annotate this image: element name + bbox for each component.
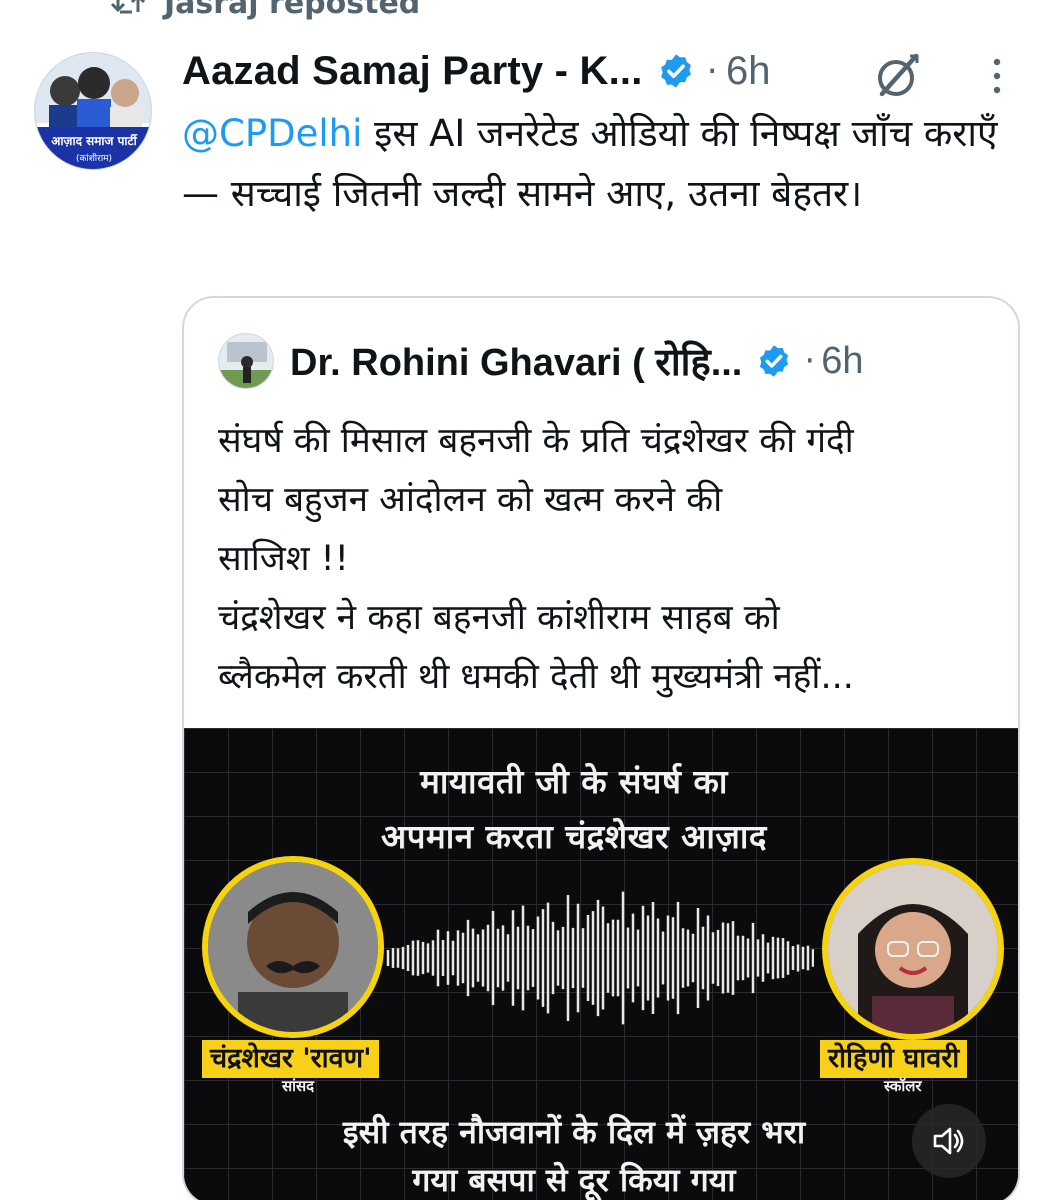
quoted-tweet-text: संघर्ष की मिसाल बहनजी के प्रति चंद्रशेखर… xyxy=(218,421,854,697)
tweet-header: Aazad Samaj Party - K... · 6h xyxy=(182,46,1027,98)
audio-waveform xyxy=(386,891,814,1025)
quoted-media-video[interactable]: मायावती जी के संघर्ष का अपमान करता चंद्र… xyxy=(184,728,1018,1200)
left-portrait xyxy=(202,856,384,1038)
avatar-text-line2: (कांशीराम) xyxy=(76,152,112,164)
media-footer-line2: गया बसपा से दूर किया गया xyxy=(412,1161,736,1199)
quoted-tweet-card[interactable]: Dr. Rohini Ghavari ( रोहि... · 6h संघर्ष… xyxy=(182,296,1020,1200)
media-headline: मायावती जी के संघर्ष का अपमान करता चंद्र… xyxy=(184,754,964,864)
author-name[interactable]: Aazad Samaj Party - K... xyxy=(182,49,643,94)
tweet-time[interactable]: 6h xyxy=(726,49,771,94)
verified-badge-icon xyxy=(760,345,789,377)
mute-button[interactable] xyxy=(912,1104,986,1178)
right-role-label: स्कॉलर xyxy=(884,1077,922,1095)
grok-icon[interactable] xyxy=(870,48,926,104)
repost-indicator: Jasraj reposted xyxy=(110,0,421,21)
media-headline-line1: मायावती जी के संघर्ष का xyxy=(420,762,728,801)
right-name-label: रोहिणी घावरी xyxy=(820,1040,968,1078)
separator-dot: · xyxy=(804,341,816,381)
media-footer-caption: इसी तरह नौजवानों के दिल में ज़हर भरा गया… xyxy=(184,1108,964,1200)
quoted-tweet-time[interactable]: 6h xyxy=(821,340,863,383)
left-role-label: सांसद xyxy=(282,1077,315,1095)
author-avatar[interactable]: आज़ाद समाज पार्टी (कांशीराम) xyxy=(34,52,152,170)
separator-dot: · xyxy=(706,50,718,92)
quoted-author-avatar[interactable] xyxy=(218,333,274,389)
avatar-text-line1: आज़ाद समाज पार्टी xyxy=(51,134,137,148)
tweet-text: @CPDelhi इस AI जनरेटेड ओडियो की निष्पक्ष… xyxy=(182,104,1012,224)
more-options-icon[interactable] xyxy=(982,54,1012,98)
repost-text: Jasraj reposted xyxy=(164,0,421,21)
mention-link[interactable]: @CPDelhi xyxy=(182,112,362,155)
quoted-author-name[interactable]: Dr. Rohini Ghavari ( रोहि... xyxy=(290,335,742,387)
repost-icon xyxy=(110,0,146,14)
left-name-label: चंद्रशेखर 'रावण' xyxy=(202,1040,380,1078)
media-footer-line1: इसी तरह नौजवानों के दिल में ज़हर भरा xyxy=(342,1113,806,1151)
right-portrait xyxy=(822,858,1004,1040)
verified-badge-icon xyxy=(660,54,691,88)
quoted-tweet-header: Dr. Rohini Ghavari ( रोहि... · 6h xyxy=(218,333,1008,389)
speaker-muted-icon xyxy=(933,1127,964,1155)
